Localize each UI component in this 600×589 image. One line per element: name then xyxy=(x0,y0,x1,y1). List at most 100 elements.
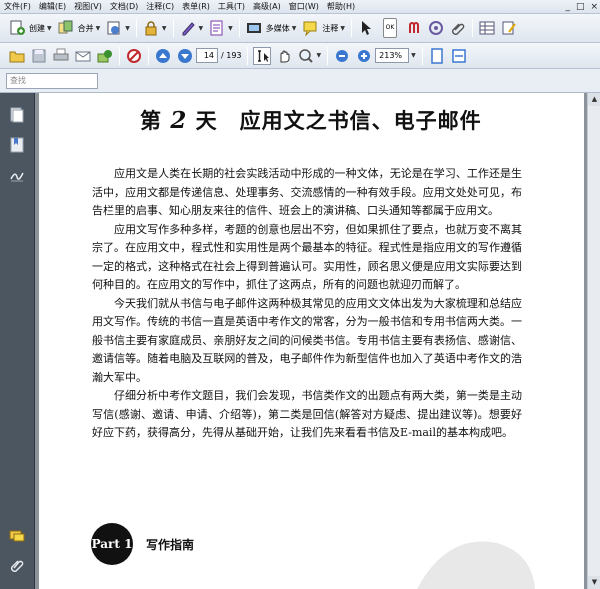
chapter-title: 第 2 天 应用文之书信、电子邮件 xyxy=(140,105,482,135)
toolbar-divider xyxy=(135,19,137,37)
toolbar-divider xyxy=(172,19,174,37)
pages-panel-icon[interactable] xyxy=(7,105,27,125)
fit-page-icon[interactable] xyxy=(428,47,446,65)
chevron-down-icon[interactable]: ▼ xyxy=(96,25,101,32)
menu-comment[interactable]: 注释(C) xyxy=(142,0,178,14)
create-button[interactable]: 创建 xyxy=(29,23,45,34)
chevron-down-icon[interactable]: ▼ xyxy=(47,25,52,32)
signatures-panel-icon[interactable] xyxy=(7,165,27,185)
find-input[interactable]: 查找 xyxy=(6,72,98,89)
menu-edit[interactable]: 编辑(E) xyxy=(35,0,70,14)
navigation-pane xyxy=(0,93,35,589)
menu-help[interactable]: 帮助(H) xyxy=(323,0,359,14)
chevron-down-icon[interactable]: ▼ xyxy=(162,25,167,32)
sign-pen-icon[interactable] xyxy=(179,19,197,37)
menu-form[interactable]: 表单(R) xyxy=(178,0,214,14)
zoom-out-icon[interactable] xyxy=(333,47,351,65)
forms-grid-icon[interactable] xyxy=(478,19,496,37)
select-cursor-icon[interactable] xyxy=(357,19,375,37)
save-icon[interactable] xyxy=(30,47,48,65)
toolbar-divider xyxy=(246,46,248,65)
minimize-button[interactable]: _ xyxy=(565,1,570,13)
print-icon[interactable] xyxy=(52,47,70,65)
toolbar-divider xyxy=(119,46,120,65)
combine-button[interactable]: 合并 xyxy=(78,23,94,34)
document-viewport[interactable]: 第 2 天 应用文之书信、电子邮件 应用文是人类在长期的社会实践活动中形成的一种… xyxy=(35,93,600,589)
pdf-page: 第 2 天 应用文之书信、电子邮件 应用文是人类在长期的社会实践活动中形成的一种… xyxy=(39,93,584,589)
document-body: 应用文是人类在长期的社会实践活动中形成的一种文体，无论是在学习、工作还是生活中，… xyxy=(92,165,522,443)
part-badge: Part 1 xyxy=(91,523,133,565)
combine-icon[interactable] xyxy=(57,19,75,37)
paragraph: 今天我们就从书信与电子邮件这两种极其常见的应用文文体出发为大家梳理和总结应用文写… xyxy=(92,296,522,384)
zoom-in-icon[interactable] xyxy=(355,47,373,65)
chevron-down-icon[interactable]: ▼ xyxy=(340,25,345,32)
toolbar-divider xyxy=(472,19,473,37)
form-icon[interactable] xyxy=(208,19,226,37)
multimedia-icon[interactable] xyxy=(245,19,263,37)
comment-icon[interactable] xyxy=(301,19,319,37)
upload-icon[interactable] xyxy=(96,47,114,65)
bookmarks-panel-icon[interactable] xyxy=(7,135,27,155)
menu-advanced[interactable]: 高级(A) xyxy=(249,0,285,14)
attach-icon[interactable] xyxy=(449,19,467,37)
link-icon[interactable] xyxy=(405,19,423,37)
paragraph: 仔细分析中考作文题目，我们会发现，书信类作文的出题点有两大类，第一类是主动写信(… xyxy=(92,389,522,439)
attachments-panel-icon[interactable] xyxy=(7,555,27,575)
scroll-down-arrow[interactable]: ▼ xyxy=(588,576,600,589)
rights-icon[interactable] xyxy=(125,47,143,65)
chevron-down-icon[interactable]: ▼ xyxy=(292,25,297,32)
menu-window[interactable]: 窗口(W) xyxy=(285,0,323,14)
close-button[interactable]: × xyxy=(590,1,598,13)
window-controls: _ □ × xyxy=(565,1,598,13)
chevron-down-icon[interactable]: ▼ xyxy=(411,52,416,59)
title-prefix: 第 xyxy=(140,108,162,133)
toolbar-divider xyxy=(238,19,240,37)
chevron-down-icon[interactable]: ▼ xyxy=(228,25,233,32)
menu-document[interactable]: 文档(D) xyxy=(106,0,142,14)
fit-width-icon[interactable] xyxy=(450,47,468,65)
paragraph: 应用文写作多种多样，考题的创意也层出不穷，但如果抓住了要点，也就万变不离其宗了。… xyxy=(92,222,522,292)
page-total: / 193 xyxy=(221,51,242,60)
watermark-seal xyxy=(417,541,535,589)
title-text: 天 应用文之书信、电子邮件 xyxy=(195,108,482,133)
scroll-up-arrow[interactable]: ▲ xyxy=(588,93,600,106)
paragraph: 应用文是人类在长期的社会实践活动中形成的一种文体，无论是在学习、工作还是生活中，… xyxy=(92,167,522,217)
ok-button[interactable]: OK xyxy=(379,18,401,38)
comment-button[interactable]: 注释 xyxy=(322,23,338,34)
zoom-tool-icon[interactable] xyxy=(297,47,315,65)
menu-bar: 文件(F) 编辑(E) 视图(V) 文档(D) 注释(C) 表单(R) 工具(T… xyxy=(0,0,600,14)
review-icon[interactable] xyxy=(500,19,518,37)
title-day-number: 2 xyxy=(170,107,188,134)
menu-file[interactable]: 文件(F) xyxy=(0,0,35,14)
toolbar-divider xyxy=(421,46,423,65)
toolbar-navigation: 14 / 193 ▼ 213% ▼ xyxy=(0,43,600,69)
restore-button[interactable]: □ xyxy=(576,1,585,13)
comments-panel-icon[interactable] xyxy=(7,527,27,547)
vertical-scrollbar[interactable]: ▲ ▼ xyxy=(587,93,600,589)
text-select-icon[interactable] xyxy=(252,46,271,65)
export-icon[interactable] xyxy=(105,19,123,37)
find-toolbar: 查找 xyxy=(0,69,600,93)
multimedia-button[interactable]: 多媒体 xyxy=(266,23,290,34)
chevron-down-icon[interactable]: ▼ xyxy=(199,25,204,32)
page-number-input[interactable]: 14 xyxy=(196,48,218,63)
hand-icon[interactable] xyxy=(275,47,293,65)
section-title: 写作指南 xyxy=(146,537,195,552)
stamp-icon[interactable] xyxy=(427,19,445,37)
menu-tools[interactable]: 工具(T) xyxy=(214,0,249,14)
create-pdf-icon[interactable] xyxy=(8,19,26,37)
email-icon[interactable] xyxy=(74,47,92,65)
ok-label: OK xyxy=(382,18,398,38)
next-page-icon[interactable] xyxy=(176,47,194,65)
chevron-down-icon[interactable]: ▼ xyxy=(125,25,130,32)
lock-icon[interactable] xyxy=(142,19,160,37)
chevron-down-icon[interactable]: ▼ xyxy=(317,52,322,59)
zoom-level-select[interactable]: 213% xyxy=(375,48,410,63)
previous-page-icon[interactable] xyxy=(154,47,172,65)
toolbar-divider xyxy=(327,46,329,65)
toolbar-divider xyxy=(148,46,149,65)
open-folder-icon[interactable] xyxy=(8,47,26,65)
toolbar-main: 创建 ▼ 合并 ▼ ▼ ▼ ▼ ▼ 多媒体 ▼ 注释 ▼ OK xyxy=(0,14,600,43)
toolbar-divider xyxy=(351,19,352,37)
menu-view[interactable]: 视图(V) xyxy=(70,0,106,14)
